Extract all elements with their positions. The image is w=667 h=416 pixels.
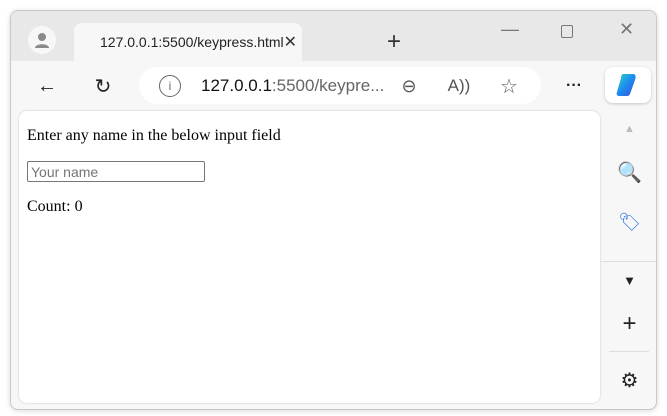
settings-icon[interactable]: ⚙ xyxy=(601,367,656,393)
scroll-up-icon[interactable]: ▲ xyxy=(601,119,656,139)
profile-button[interactable] xyxy=(28,26,56,54)
more-icon[interactable]: ··· xyxy=(559,71,589,101)
instruction-text: Enter any name in the below input field xyxy=(27,127,281,144)
back-icon[interactable]: ← xyxy=(31,71,63,101)
zoom-out-icon[interactable]: ⊖ xyxy=(397,74,421,98)
sidebar: ▲ 🔍 🏷 ▼ + ⚙ xyxy=(601,111,656,409)
add-sidebar-icon[interactable]: + xyxy=(601,310,656,337)
maximize-icon[interactable] xyxy=(561,25,573,38)
count-text: Count: 0 xyxy=(27,198,83,215)
copilot-icon xyxy=(616,74,636,96)
plus-icon[interactable]: + xyxy=(387,28,401,56)
divider xyxy=(609,351,649,352)
close-icon[interactable]: ✕ xyxy=(284,32,297,52)
url-text[interactable]: 127.0.0.1:5500/keypre... xyxy=(201,76,384,96)
minimize-icon[interactable]: — xyxy=(501,19,519,40)
chevron-down-icon[interactable]: ▼ xyxy=(601,269,656,291)
toolbar: ← ↻ i 127.0.0.1:5500/keypre... ⊖ A)) ☆ ·… xyxy=(11,61,656,111)
browser-window: 127.0.0.1:5500/keypress.html ✕ + — ✕ ← ↻… xyxy=(10,10,657,410)
tab-strip: 127.0.0.1:5500/keypress.html ✕ + — ✕ xyxy=(11,11,656,61)
copilot-button[interactable] xyxy=(605,67,651,103)
tab-keypress[interactable]: 127.0.0.1:5500/keypress.html ✕ xyxy=(74,23,302,61)
tab-title: 127.0.0.1:5500/keypress.html xyxy=(100,34,284,50)
profile-icon xyxy=(35,33,49,48)
info-icon[interactable]: i xyxy=(159,75,181,97)
refresh-icon[interactable]: ↻ xyxy=(87,71,119,101)
tag-icon[interactable]: 🏷 xyxy=(601,209,656,235)
divider xyxy=(601,261,656,262)
search-icon[interactable]: 🔍 xyxy=(601,159,656,185)
window-close-icon[interactable]: ✕ xyxy=(619,19,634,40)
name-input[interactable] xyxy=(27,161,205,182)
favorite-icon[interactable]: ☆ xyxy=(497,74,521,98)
address-bar[interactable]: i 127.0.0.1:5500/keypre... ⊖ A)) ☆ xyxy=(139,67,541,104)
read-aloud-icon[interactable]: A)) xyxy=(447,74,471,98)
page-content: Enter any name in the below input field … xyxy=(19,111,600,403)
